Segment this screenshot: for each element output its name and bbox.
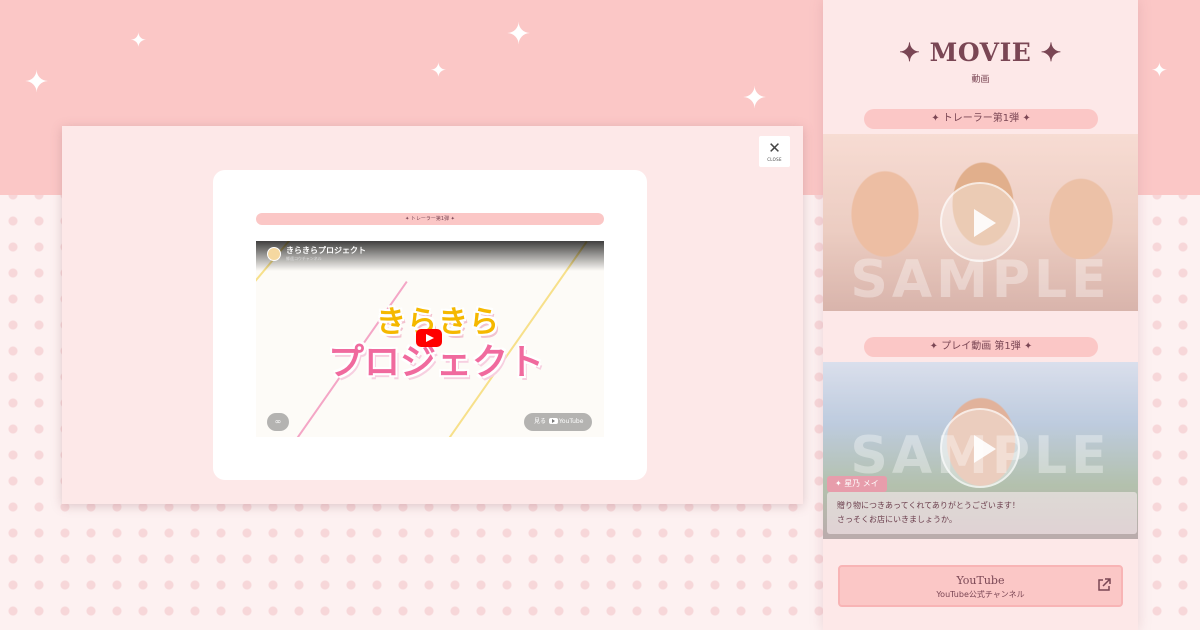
youtube-play-icon[interactable] xyxy=(416,329,442,347)
sparkle-icon: ✦ xyxy=(24,65,50,100)
movie-title: ✦ MOVIE ✦ xyxy=(899,38,1062,67)
play-icon[interactable] xyxy=(940,182,1020,262)
sparkle-icon: ✦ xyxy=(742,81,768,116)
sparkle-icon: ✦ xyxy=(130,28,147,52)
play-video-thumbnail[interactable]: SAMPLE ✦ 星乃 メイ 贈り物につきあってくれてありがとうございます！ さ… xyxy=(823,362,1138,539)
trailer-video-thumbnail[interactable]: SAMPLE xyxy=(823,134,1138,311)
youtube-logo-icon xyxy=(549,418,559,424)
dialog-text: 贈り物につきあってくれてありがとうございます！ さっそくお店にいきましょうか。 xyxy=(827,492,1137,534)
modal-card: ✦ トレーラー第1弾 ✦ きらきらプロジェクト 郷遥コウチャンネル きらきら プ… xyxy=(213,170,647,480)
modal-video-label: ✦ トレーラー第1弾 ✦ xyxy=(256,213,604,225)
play-icon[interactable] xyxy=(940,408,1020,488)
link-icon[interactable]: ∞ xyxy=(267,413,289,431)
watch-brand: YouTube xyxy=(559,418,584,425)
watch-label: 見る xyxy=(534,418,547,425)
dialog-line: 贈り物につきあってくれてありがとうございます！ xyxy=(837,501,1020,510)
close-icon: ✕ xyxy=(768,139,781,157)
dialog-line: さっそくお店にいきましょうか。 xyxy=(837,515,957,524)
movie-subtitle: 動画 xyxy=(971,75,990,85)
channel-subtitle: 郷遥コウチャンネル xyxy=(286,256,322,261)
sparkle-icon: ✦ xyxy=(1151,58,1168,82)
play-video-label: ✦ プレイ動画 第1弾 ✦ xyxy=(864,337,1098,357)
dialog-speaker-name: ✦ 星乃 メイ xyxy=(827,476,887,492)
close-button[interactable]: ✕ CLOSE xyxy=(759,136,790,167)
youtube-subtitle: YouTube公式チャンネル xyxy=(936,590,1025,599)
trailer-label: ✦ トレーラー第1弾 ✦ xyxy=(864,109,1098,129)
close-label: CLOSE xyxy=(767,157,782,162)
sparkle-icon: ✦ xyxy=(506,17,532,52)
external-link-icon xyxy=(1098,578,1111,591)
youtube-channel-button[interactable]: YouTube YouTube公式チャンネル xyxy=(838,565,1123,607)
watch-on-youtube-button[interactable]: 見る YouTube xyxy=(524,413,592,431)
channel-avatar[interactable] xyxy=(267,247,281,261)
youtube-title: YouTube xyxy=(956,574,1005,587)
channel-title[interactable]: きらきらプロジェクト xyxy=(286,245,366,256)
youtube-player[interactable]: きらきらプロジェクト 郷遥コウチャンネル きらきら プロジェクト ∞ 見る You… xyxy=(256,241,604,437)
movie-panel: ✦ MOVIE ✦ 動画 ✦ トレーラー第1弾 ✦ SAMPLE ✦ プレイ動画… xyxy=(823,0,1138,630)
video-modal: ✕ CLOSE ✦ トレーラー第1弾 ✦ きらきらプロジェクト 郷遥コウチャンネ… xyxy=(62,126,803,504)
sparkle-icon: ✦ xyxy=(430,58,447,82)
